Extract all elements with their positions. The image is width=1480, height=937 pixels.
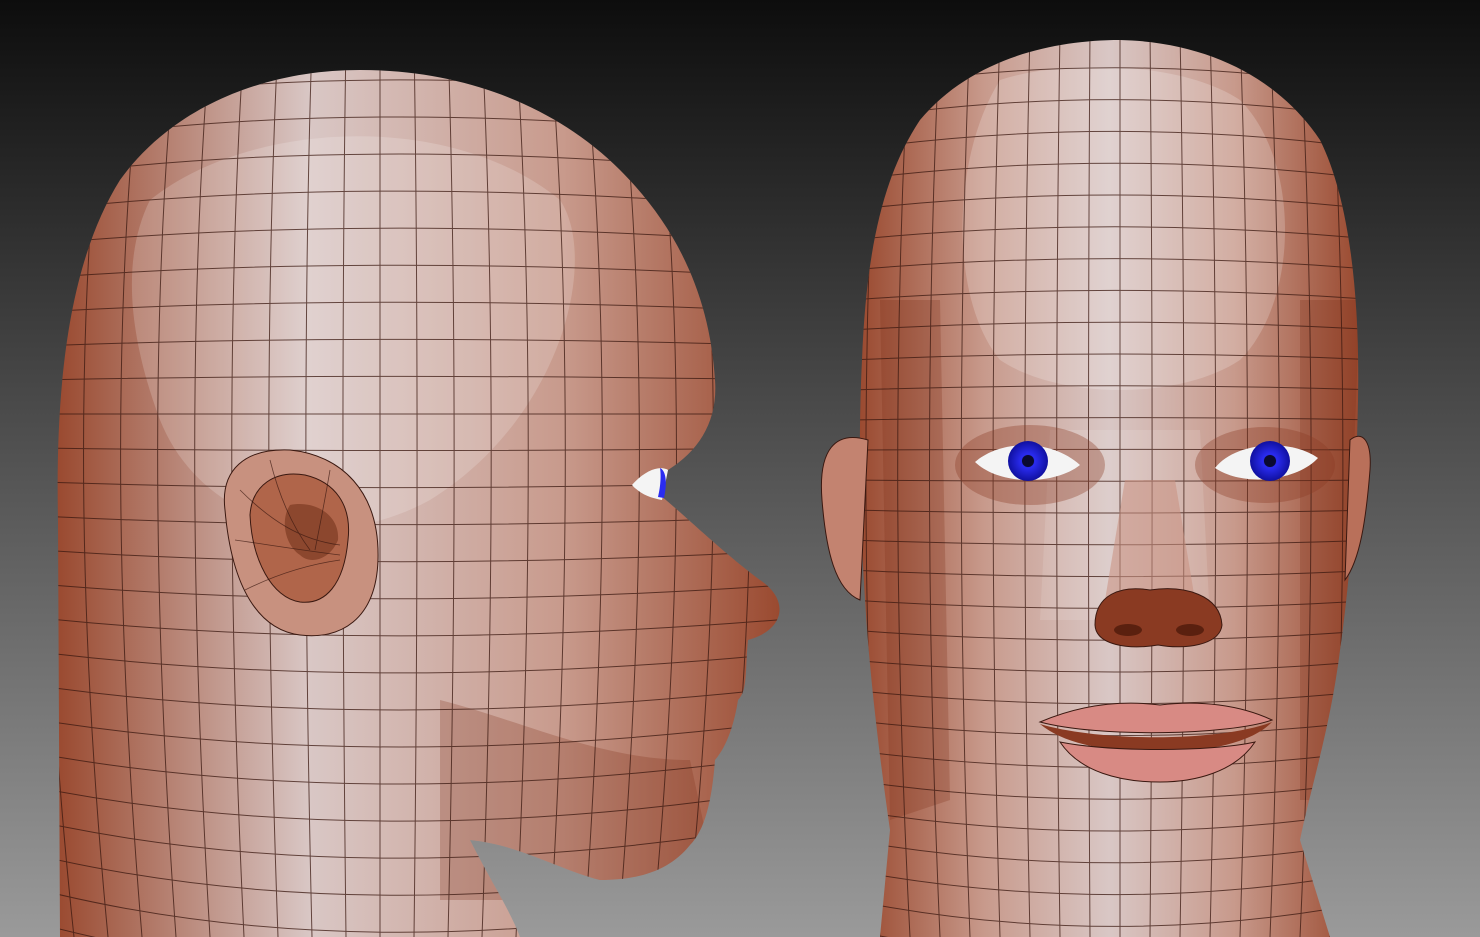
- render-viewport: [0, 0, 1480, 937]
- scene-canvas: [0, 0, 1480, 937]
